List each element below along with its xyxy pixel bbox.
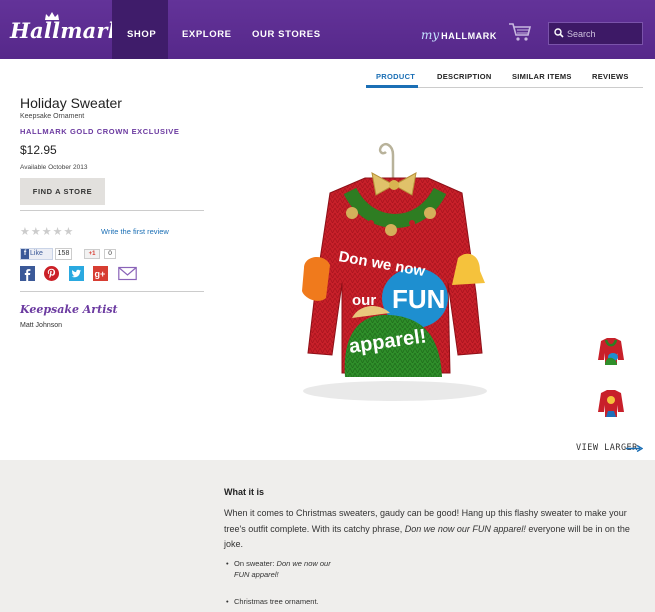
sweater-text-our: our xyxy=(352,292,376,309)
tab-reviews[interactable]: REVIEWS xyxy=(592,72,629,81)
google-plus-count: 0 xyxy=(104,249,116,259)
sweater-text-fun: FUN xyxy=(392,284,445,314)
email-icon[interactable] xyxy=(118,266,137,281)
availability-text: Available October 2013 xyxy=(20,164,88,171)
bullet-prefix: On sweater: xyxy=(234,559,277,568)
nav-our-stores[interactable]: OUR STORES xyxy=(252,29,321,40)
tab-similar-items[interactable]: SIMILAR ITEMS xyxy=(512,72,572,81)
shopping-cart-icon[interactable] xyxy=(508,22,532,42)
my-hallmark-prefix: my xyxy=(421,28,440,42)
product-tabs: PRODUCT DESCRIPTION SIMILAR ITEMS REVIEW… xyxy=(366,70,643,88)
feature-bullet: Christmas tree ornament. xyxy=(224,597,319,606)
exclusive-badge: HALLMARK GOLD CROWN EXCLUSIVE xyxy=(20,127,180,136)
product-main-image[interactable]: Don we now our FUN apparel! xyxy=(290,133,500,423)
artist-name: Matt Johnson xyxy=(20,322,63,329)
description-italic-phrase: Don we now our FUN apparel! xyxy=(404,523,526,534)
keepsake-artist-label: Keepsake Artist xyxy=(20,303,118,316)
feature-bullet: On sweater: Don we now our FUN apparel! xyxy=(224,558,334,580)
product-thumbnail[interactable] xyxy=(597,335,625,367)
facebook-like-count: 158 xyxy=(55,248,72,260)
facebook-icon[interactable] xyxy=(20,266,35,281)
write-review-link[interactable]: Write the first review xyxy=(101,227,169,236)
my-hallmark-link[interactable]: my HALLMARK xyxy=(421,28,497,42)
what-it-is-heading: What it is xyxy=(224,487,264,497)
product-description: When it comes to Christmas sweaters, gau… xyxy=(224,506,648,553)
google-plus-one-button[interactable]: +1 xyxy=(84,249,100,259)
divider xyxy=(20,210,204,211)
pinterest-icon[interactable] xyxy=(44,266,59,281)
tab-description[interactable]: DESCRIPTION xyxy=(437,72,492,81)
arrow-right-icon xyxy=(626,445,643,452)
find-a-store-button[interactable]: FIND A STORE xyxy=(20,178,105,205)
tab-product[interactable]: PRODUCT xyxy=(376,72,415,81)
product-thumbnail[interactable] xyxy=(597,387,625,419)
search-input[interactable] xyxy=(567,26,639,42)
google-plus-icon[interactable]: g+ xyxy=(93,266,108,281)
my-hallmark-label: HALLMARK xyxy=(441,31,497,41)
facebook-like-button[interactable]: f Like xyxy=(20,248,53,260)
search-box[interactable] xyxy=(548,22,643,45)
nav-explore[interactable]: EXPLORE xyxy=(182,29,232,40)
nav-shop[interactable]: SHOP xyxy=(127,29,156,40)
product-price: $12.95 xyxy=(20,143,57,157)
rating-stars: ★★★★★ xyxy=(20,226,75,238)
search-icon[interactable] xyxy=(554,28,564,38)
product-title: Holiday Sweater xyxy=(20,95,122,111)
facebook-icon: f xyxy=(21,249,29,259)
twitter-icon[interactable] xyxy=(69,266,84,281)
product-subtitle: Keepsake Ornament xyxy=(20,113,85,120)
active-tab-indicator xyxy=(366,85,418,88)
divider xyxy=(20,291,204,292)
top-navigation-bar: Hallmark SHOP EXPLORE OUR STORES my HALLM… xyxy=(0,0,655,59)
facebook-like-label: Like xyxy=(30,250,43,257)
hallmark-logo[interactable]: Hallmark xyxy=(10,18,122,43)
svg-text:g+: g+ xyxy=(95,269,106,279)
